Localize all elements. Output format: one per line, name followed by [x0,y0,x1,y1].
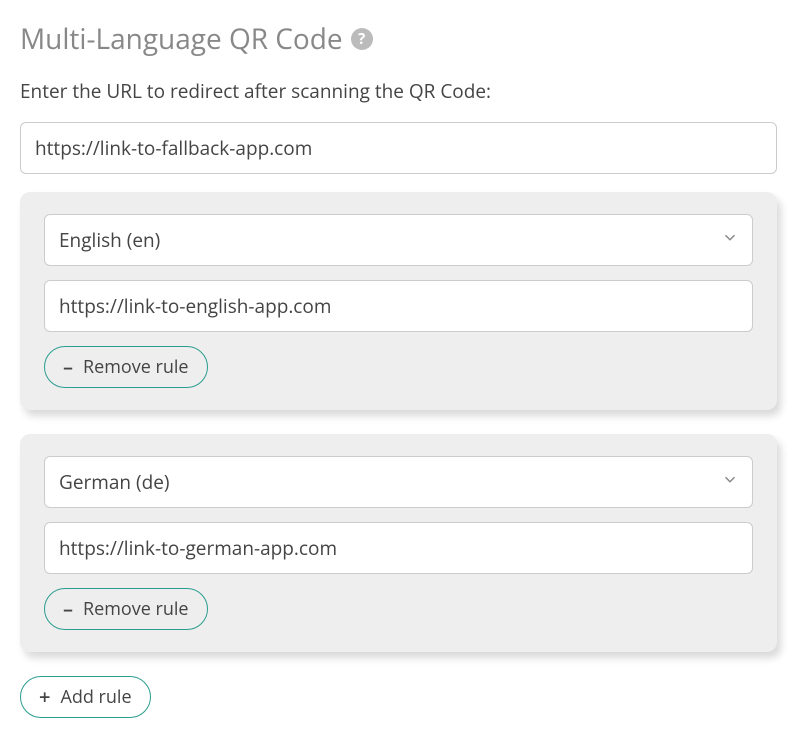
language-select[interactable]: English (en) [44,214,753,266]
page-title: Multi-Language QR Code ? [20,20,777,58]
remove-rule-label: Remove rule [83,355,189,379]
fallback-url-input[interactable] [20,122,777,174]
help-icon[interactable]: ? [351,28,373,50]
language-select-wrapper: German (de) [44,456,753,508]
minus-icon: – [63,357,73,377]
rule-url-input[interactable] [44,280,753,332]
language-select-wrapper: English (en) [44,214,753,266]
page-title-text: Multi-Language QR Code [20,20,343,58]
remove-rule-button[interactable]: – Remove rule [44,346,208,388]
rule-url-input[interactable] [44,522,753,574]
rule-card: English (en) – Remove rule [20,192,777,410]
remove-rule-label: Remove rule [83,597,189,621]
rule-card: German (de) – Remove rule [20,434,777,652]
plus-icon: + [39,687,50,707]
add-rule-button[interactable]: + Add rule [20,676,151,718]
instruction-text: Enter the URL to redirect after scanning… [20,78,777,104]
add-rule-label: Add rule [60,685,131,709]
minus-icon: – [63,599,73,619]
add-rule-wrapper: + Add rule [20,676,777,718]
remove-rule-button[interactable]: – Remove rule [44,588,208,630]
language-select[interactable]: German (de) [44,456,753,508]
